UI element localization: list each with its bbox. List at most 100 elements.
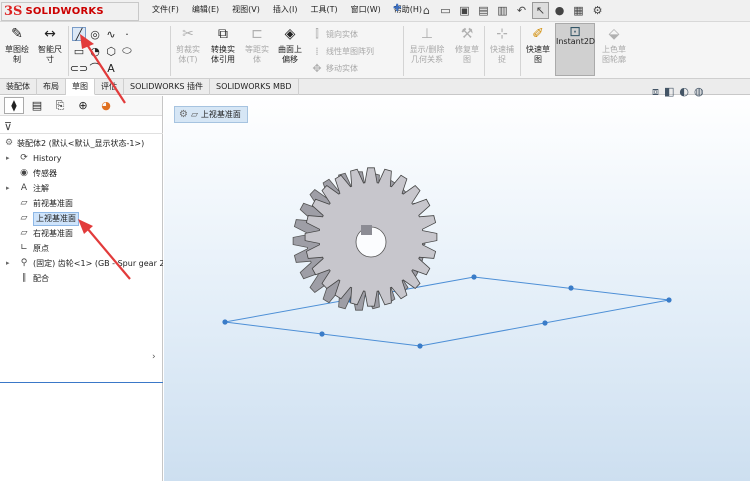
tab-assembly[interactable]: 装配体 bbox=[0, 79, 37, 95]
rectangle-icon[interactable]: ▭ bbox=[72, 44, 86, 58]
tree-item[interactable]: ▱ 前视基准面 bbox=[0, 196, 163, 211]
spline-icon[interactable]: ∿ bbox=[104, 27, 118, 41]
feature-manager-panel: ⧫ ▤ ⎘ ⊕ ◕ ⊽ ⚙ 装配体2 (默认<默认_显示状态-1>) ▸ ⟳ His… bbox=[0, 96, 163, 481]
new-document-icon[interactable]: ▭ bbox=[437, 2, 454, 19]
filter-icon[interactable]: ⊽ bbox=[4, 120, 12, 133]
point-icon[interactable]: · bbox=[120, 27, 134, 41]
hide-show-icon[interactable]: ◐ bbox=[679, 85, 689, 99]
menu-insert[interactable]: 插入(I) bbox=[273, 4, 298, 15]
dimxpert-tab-icon[interactable]: ⊕ bbox=[73, 97, 93, 114]
menu-edit[interactable]: 编辑(E) bbox=[192, 4, 219, 15]
tree-item[interactable]: ∥ 配合 bbox=[0, 271, 163, 286]
shaded-sketch-contours-button[interactable]: ⬙ 上色草 图轮廓 bbox=[598, 25, 630, 65]
options-gear-icon[interactable]: ⚙ bbox=[589, 2, 606, 19]
tree-root-label: 装配体2 (默认<默认_显示状态-1>) bbox=[17, 139, 145, 148]
convert-entities-button[interactable]: ⧉ 转换实 体引用 bbox=[206, 25, 240, 65]
pin-icon[interactable]: ✚ bbox=[393, 3, 401, 14]
panel-tabs: ⧫ ▤ ⎘ ⊕ ◕ bbox=[0, 96, 162, 116]
separator bbox=[520, 26, 521, 76]
open-icon[interactable]: ▣ bbox=[456, 2, 473, 19]
command-manager-tabs: 装配体 布局 草图 评估 SOLIDWORKS 插件 SOLIDWORKS MB… bbox=[0, 79, 750, 95]
polygon-icon[interactable]: ⬡ bbox=[104, 44, 118, 58]
select-pointer-icon[interactable]: ↖ bbox=[532, 2, 549, 19]
feature-tree: ⚙ 装配体2 (默认<默认_显示状态-1>) ▸ ⟳ History ◉ 传感器 ▸ A 注解… bbox=[0, 136, 163, 286]
assembly-icon: ⚙ bbox=[179, 109, 188, 120]
line-icon[interactable]: ╱ bbox=[72, 27, 86, 41]
tree-item[interactable]: ▸ ⚲ (固定) 齿轮<1> (GB - Spur gear 2 bbox=[0, 256, 163, 271]
instant2d-button[interactable]: ⊡ Instant2D bbox=[555, 23, 595, 76]
fillet-icon[interactable]: ⌒ bbox=[88, 61, 102, 75]
tab-evaluate[interactable]: 评估 bbox=[95, 79, 124, 95]
tab-addins[interactable]: SOLIDWORKS 插件 bbox=[124, 79, 210, 95]
configuration-manager-tab-icon[interactable]: ⎘ bbox=[50, 97, 70, 114]
slot-icon[interactable]: ⊂⊃ bbox=[70, 61, 88, 75]
circle-icon[interactable]: ◎ bbox=[88, 27, 102, 41]
rapid-sketch-button[interactable]: ✐ 快速草 图 bbox=[523, 25, 553, 65]
tree-item-label: 前视基准面 bbox=[33, 199, 73, 208]
plane-icon: ▱ bbox=[20, 198, 28, 208]
tree-root[interactable]: ⚙ 装配体2 (默认<默认_显示状态-1>) bbox=[0, 136, 163, 151]
feature-manager-tab-icon[interactable]: ⧫ bbox=[4, 97, 24, 114]
arc-icon[interactable]: ◔ bbox=[88, 44, 102, 58]
repair-sketch-button[interactable]: ⚒ 修复草 图 bbox=[452, 25, 482, 65]
shaded-contours-label: 上色草 图轮廓 bbox=[602, 45, 626, 64]
menu-file[interactable]: 文件(F) bbox=[152, 4, 179, 15]
expand-chevron-icon[interactable]: ▸ bbox=[6, 181, 14, 196]
tree-item-label: (固定) 齿轮<1> (GB - Spur gear 2 bbox=[33, 259, 163, 268]
trim-entities-button[interactable]: ✂ 剪裁实 体(T) bbox=[173, 25, 203, 65]
property-manager-tab-icon[interactable]: ▤ bbox=[27, 97, 47, 114]
tab-layout[interactable]: 布局 bbox=[37, 79, 66, 95]
separator bbox=[170, 26, 171, 76]
expand-chevron-icon[interactable]: ▸ bbox=[6, 151, 14, 166]
history-icon: ⟳ bbox=[20, 153, 28, 163]
tree-item[interactable]: ▸ A 注解 bbox=[0, 181, 163, 196]
tree-item[interactable]: ∟ 原点 bbox=[0, 241, 163, 256]
tree-item-label: 右视基准面 bbox=[33, 229, 73, 238]
offset-entities-label: 等距实 体 bbox=[245, 45, 269, 64]
view-orientation-icon[interactable]: ⧈ bbox=[652, 85, 659, 99]
plane-icon: ▱ bbox=[190, 109, 198, 120]
move-entities-button[interactable]: ✥ 移动实体 bbox=[310, 61, 358, 75]
collapse-panel-icon[interactable]: › bbox=[152, 352, 156, 362]
solidworks-logo[interactable]: 3S SOLIDWORKS bbox=[1, 2, 139, 21]
offset-entities-icon: ⊏ bbox=[251, 26, 263, 42]
mirror-entities-button[interactable]: ⫿ 镜向实体 bbox=[310, 27, 358, 41]
ellipse-icon[interactable]: ⬭ bbox=[120, 44, 134, 58]
tab-mbd[interactable]: SOLIDWORKS MBD bbox=[210, 79, 299, 95]
active-plane-badge[interactable]: ⚙ ▱ 上视基准面 bbox=[174, 106, 248, 123]
tab-sketch[interactable]: 草图 bbox=[66, 79, 95, 95]
home-icon[interactable]: ⌂ bbox=[418, 2, 435, 19]
tree-item[interactable]: ▸ ⟳ History bbox=[0, 151, 163, 166]
file-properties-icon[interactable]: ▦ bbox=[570, 2, 587, 19]
print-icon[interactable]: ▥ bbox=[494, 2, 511, 19]
separator bbox=[403, 26, 404, 76]
save-icon[interactable]: ▤ bbox=[475, 2, 492, 19]
display-relations-button[interactable]: ⊥ 显示/删除 几何关系 bbox=[406, 25, 448, 65]
offset-on-surface-button[interactable]: ◈ 曲面上 偏移 bbox=[274, 25, 306, 65]
tree-item-label: 注解 bbox=[33, 184, 49, 193]
expand-chevron-icon[interactable]: ▸ bbox=[6, 256, 14, 271]
undo-icon[interactable]: ↶ bbox=[513, 2, 530, 19]
tree-item[interactable]: ▱ 右视基准面 bbox=[0, 226, 163, 241]
display-style-icon[interactable]: ◧ bbox=[664, 85, 674, 99]
text-icon[interactable]: A bbox=[104, 61, 118, 75]
offset-entities-button[interactable]: ⊏ 等距实 体 bbox=[242, 25, 272, 65]
sketch-icon: ✎ bbox=[11, 26, 23, 42]
appearance-tab-icon[interactable]: ◕ bbox=[96, 97, 116, 114]
menu-tools[interactable]: 工具(T) bbox=[310, 4, 337, 15]
smart-dimension-button[interactable]: ↔ 智能尺 寸 bbox=[34, 25, 66, 65]
quick-snaps-icon: ⊹ bbox=[496, 26, 508, 42]
menu-window[interactable]: 窗口(W) bbox=[351, 4, 381, 15]
traffic-light-icon[interactable]: ● bbox=[551, 2, 568, 19]
linear-pattern-button[interactable]: ⁞ 线性草图阵列 bbox=[310, 44, 374, 58]
tree-item[interactable]: ▱ 上视基准面 bbox=[0, 211, 163, 226]
sketch-button[interactable]: ✎ 草图绘 制 bbox=[3, 25, 31, 65]
tree-item[interactable]: ◉ 传感器 bbox=[0, 166, 163, 181]
graphics-viewport[interactable] bbox=[164, 96, 750, 481]
appearance-icon[interactable]: ◍ bbox=[694, 85, 704, 99]
menu-view[interactable]: 视图(V) bbox=[232, 4, 260, 15]
move-icon: ✥ bbox=[312, 61, 322, 75]
quick-snaps-button[interactable]: ⊹ 快速捕 捉 bbox=[487, 25, 517, 65]
plane-icon: ▱ bbox=[20, 213, 28, 223]
sketch-tools-row-1: ╱ ◎ ∿ · bbox=[72, 27, 134, 41]
